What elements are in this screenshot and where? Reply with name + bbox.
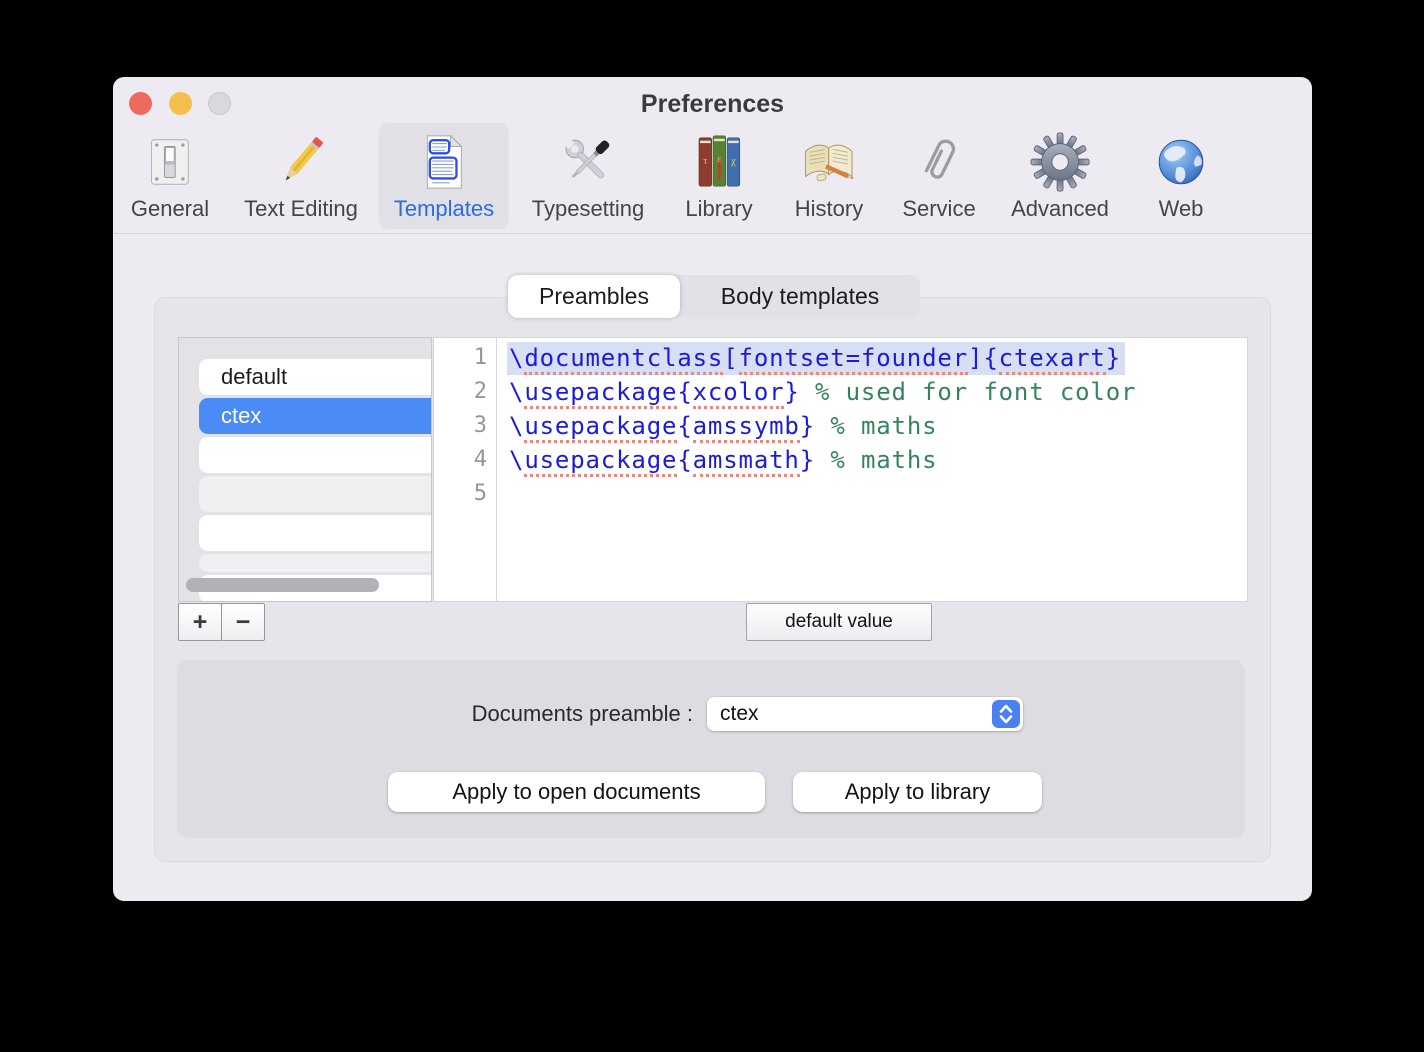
code-command: } (1106, 344, 1121, 372)
toolbar-item-typesetting[interactable]: Typesetting (517, 123, 660, 229)
list-row-empty (199, 554, 432, 572)
documents-preamble-label: Documents preamble : (177, 701, 693, 727)
code-command: usepackage (524, 412, 677, 443)
line-number: 5 (434, 477, 496, 511)
chevron-up-down-icon (992, 700, 1020, 728)
toolbar-item-label: History (795, 196, 863, 222)
code-comment: % used for font color (800, 378, 1137, 406)
paperclip-icon (908, 131, 970, 193)
toolbar-item-label: Templates (394, 196, 494, 222)
code-command: [ (723, 344, 738, 372)
toolbar-item-service[interactable]: Service (887, 123, 990, 229)
code-command: { (677, 378, 692, 406)
code-comment: % maths (815, 446, 937, 474)
line-number: 1 (434, 341, 496, 375)
code-command: xcolor (693, 378, 785, 409)
toolbar-item-history[interactable]: History (780, 123, 878, 229)
code-command: ctexart (999, 344, 1106, 375)
code-comment: % maths (815, 412, 937, 440)
selected-line-highlight: \documentclass[fontset=founder]{ctexart} (507, 342, 1125, 375)
toolbar-item-label: Advanced (1011, 196, 1109, 222)
preamble-editor[interactable]: 12345 \documentclass[fontset=founder]{ct… (433, 337, 1248, 602)
preamble-select[interactable]: ctex (707, 697, 1023, 731)
code-command: } (800, 412, 815, 440)
horizontal-scrollbar[interactable] (186, 578, 379, 592)
code-command: usepackage (524, 378, 677, 409)
tab-preambles[interactable]: Preambles (508, 275, 680, 318)
code-command: \ (509, 412, 524, 440)
code-line[interactable]: \documentclass[fontset=founder]{ctexart} (509, 341, 1247, 375)
list-item-ctex[interactable]: ctex (199, 398, 432, 434)
tab-bar: Preambles Body templates (508, 275, 920, 318)
add-template-button[interactable]: + (178, 603, 222, 641)
line-number: 2 (434, 375, 496, 409)
document-icon (413, 131, 475, 193)
code-command: amssymb (693, 412, 800, 443)
toolbar-item-library[interactable]: τ ε χ Library (670, 123, 767, 229)
toolbar-item-text-editing[interactable]: Text Editing (229, 123, 373, 229)
toolbar-item-templates[interactable]: Templates (379, 123, 509, 229)
remove-template-button[interactable]: − (221, 603, 265, 641)
toolbar-item-advanced[interactable]: Advanced (996, 123, 1124, 229)
list-row-empty (199, 515, 432, 551)
apply-to-library-button[interactable]: Apply to library (793, 772, 1042, 812)
line-number-gutter: 12345 (434, 338, 497, 601)
tools-icon (557, 131, 619, 193)
toolbar-item-label: Text Editing (244, 196, 358, 222)
toolbar-item-label: Web (1159, 196, 1204, 222)
toolbar-item-label: Service (902, 196, 975, 222)
code-command: { (677, 412, 692, 440)
svg-text:τ: τ (703, 156, 708, 167)
preamble-select-value: ctex (720, 697, 759, 731)
toolbar-item-web[interactable]: Web (1135, 123, 1227, 229)
desktop-background: Preferences General (0, 0, 1424, 1052)
line-number: 4 (434, 443, 496, 477)
open-book-icon (798, 131, 860, 193)
code-command: documentclass (524, 344, 723, 375)
code-command: fontset=founder (739, 344, 969, 375)
light-switch-icon (139, 131, 201, 193)
code-line[interactable] (509, 477, 1247, 511)
tab-body-templates[interactable]: Body templates (680, 275, 920, 318)
list-row-empty (199, 476, 432, 512)
list-item-default[interactable]: default (199, 359, 432, 395)
code-command: \ (509, 446, 524, 474)
globe-icon (1150, 131, 1212, 193)
code-command: { (677, 446, 692, 474)
code-command: usepackage (524, 446, 677, 477)
preferences-window: Preferences General (113, 77, 1312, 901)
code-line[interactable]: \usepackage{xcolor} % used for font colo… (509, 375, 1247, 409)
code-command: \ (509, 378, 524, 406)
code-command: ]{ (968, 344, 999, 372)
toolbar-item-label: General (131, 196, 209, 222)
code-command: \ (509, 344, 524, 372)
toolbar-divider (113, 233, 1312, 234)
list-edit-buttons: + − (178, 603, 265, 641)
line-number: 3 (434, 409, 496, 443)
list-row-empty (199, 437, 432, 473)
code-command: amsmath (693, 446, 800, 477)
toolbar-item-label: Library (685, 196, 752, 222)
code-line[interactable]: \usepackage{amsmath} % maths (509, 443, 1247, 477)
toolbar-item-general[interactable]: General (116, 123, 224, 229)
toolbar-item-label: Typesetting (532, 196, 645, 222)
svg-text:χ: χ (730, 156, 736, 167)
gear-icon (1029, 131, 1091, 193)
apply-to-open-documents-button[interactable]: Apply to open documents (388, 772, 765, 812)
pencil-icon (270, 131, 332, 193)
svg-text:ε: ε (717, 154, 722, 165)
code-command: } (800, 446, 815, 474)
default-value-button[interactable]: default value (746, 603, 932, 641)
documents-preamble-panel: Documents preamble : ctex Apply to open … (177, 660, 1245, 838)
window-title: Preferences (113, 90, 1312, 119)
books-icon: τ ε χ (688, 131, 750, 193)
code-command: } (784, 378, 799, 406)
template-list: default ctex (178, 337, 432, 602)
code-line[interactable]: \usepackage{amssymb} % maths (509, 409, 1247, 443)
code-lines[interactable]: \documentclass[fontset=founder]{ctexart}… (498, 338, 1247, 601)
